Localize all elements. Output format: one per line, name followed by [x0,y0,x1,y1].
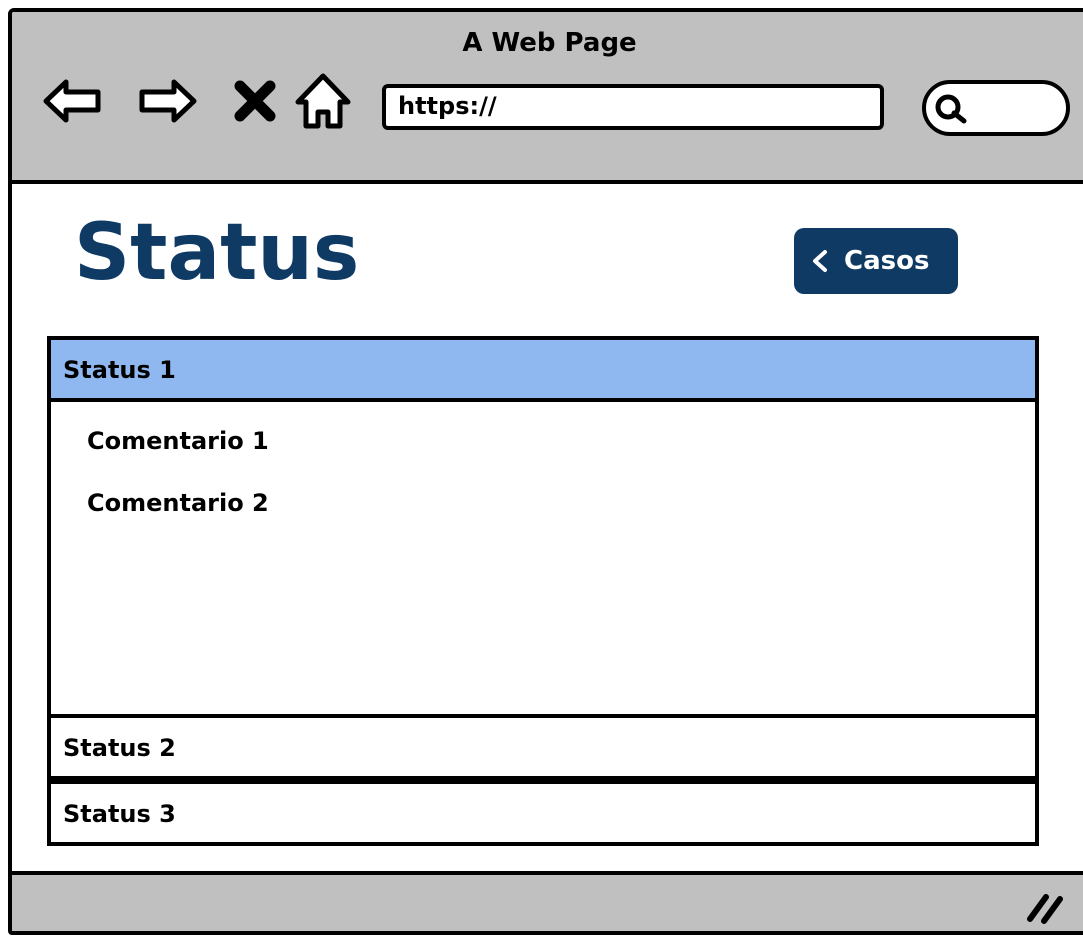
browser-window: A Web Page https:// Status Casos Status … [8,8,1083,935]
window-title: A Web Page [462,28,637,58]
close-icon[interactable] [222,68,288,134]
home-icon[interactable] [290,68,356,134]
search-input[interactable] [922,80,1070,136]
search-icon [935,94,967,124]
accordion-header-status-1[interactable]: Status 1 [47,336,1039,402]
url-input[interactable]: https:// [382,84,884,130]
status-accordion: Status 1 Comentario 1 Comentario 2 Statu… [47,336,1039,846]
chevron-left-icon [813,250,827,272]
back-to-casos-button[interactable]: Casos [794,228,958,294]
resize-grip-icon[interactable] [1024,889,1064,925]
browser-toolbar: A Web Page https:// [12,12,1083,184]
list-item[interactable]: Comentario 2 [51,478,1035,540]
back-button-label: Casos [844,246,930,276]
accordion-header-status-2[interactable]: Status 2 [47,714,1039,780]
accordion-body-status-1: Comentario 1 Comentario 2 [47,402,1039,714]
back-arrow-icon[interactable] [40,68,106,134]
list-item[interactable]: Comentario 1 [51,416,1035,478]
browser-status-bar [12,871,1083,931]
forward-arrow-icon[interactable] [134,68,200,134]
page-title: Status [74,208,360,298]
accordion-header-status-3[interactable]: Status 3 [47,780,1039,846]
